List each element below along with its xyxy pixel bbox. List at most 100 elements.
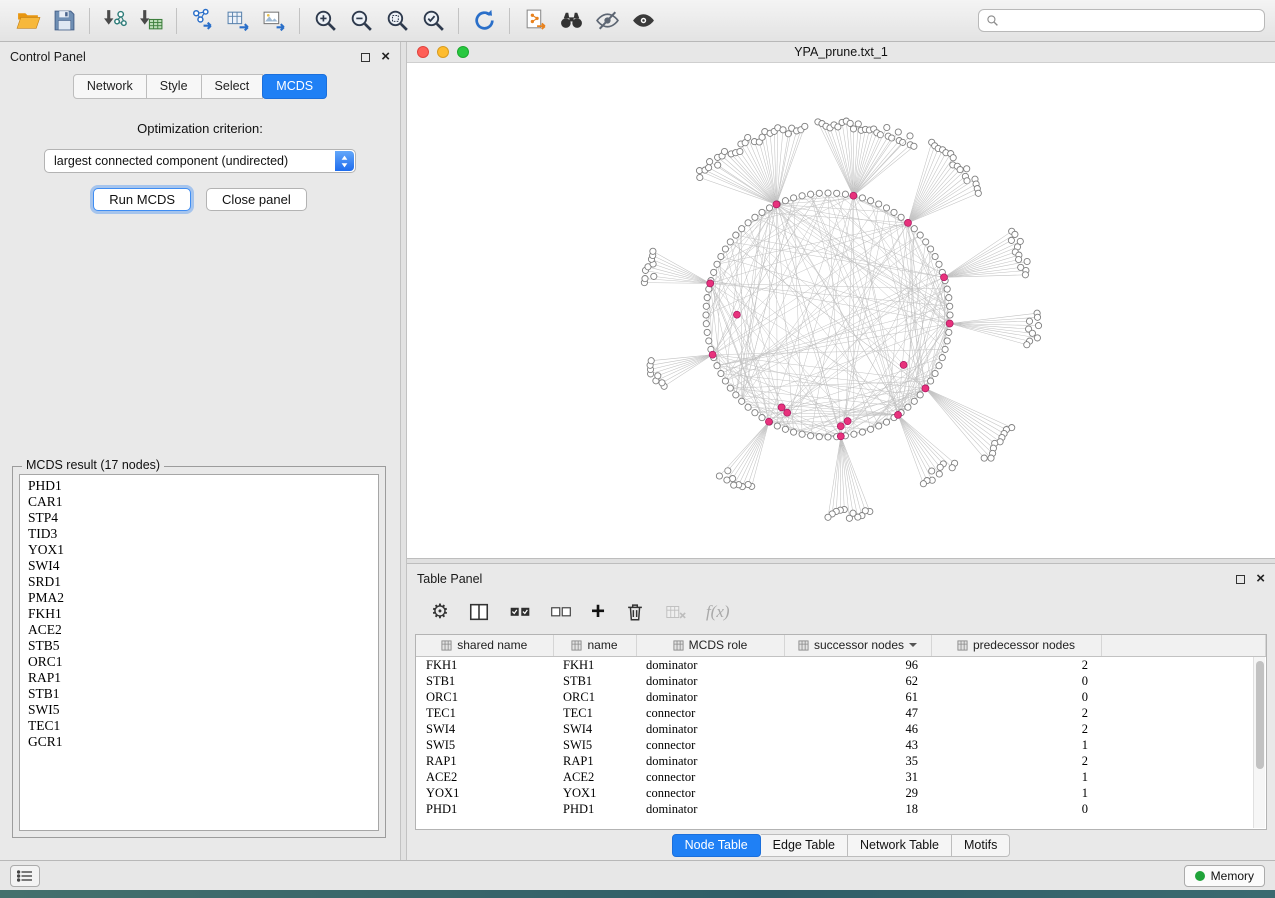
zoom-selected-button[interactable]: [379, 5, 415, 37]
save-session-button[interactable]: [46, 5, 82, 37]
deselect-all-button[interactable]: [550, 601, 572, 623]
table-cell[interactable]: 31: [784, 769, 931, 785]
table-cell[interactable]: YOX1: [416, 785, 553, 801]
table-cell[interactable]: 35: [784, 753, 931, 769]
table-row[interactable]: PHD1PHD1dominator180: [416, 801, 1266, 817]
table-cell[interactable]: 1: [931, 785, 1101, 801]
table-row[interactable]: TEC1TEC1connector472: [416, 705, 1266, 721]
mcds-result-item[interactable]: RAP1: [20, 670, 378, 686]
table-cell[interactable]: 2: [931, 656, 1101, 673]
table-cell[interactable]: RAP1: [416, 753, 553, 769]
hide-details-button[interactable]: [589, 5, 625, 37]
tab-mcds[interactable]: MCDS: [262, 74, 327, 99]
table-cell[interactable]: RAP1: [553, 753, 636, 769]
table-cell[interactable]: dominator: [636, 721, 784, 737]
column-visibility-button[interactable]: [468, 601, 490, 623]
mcds-result-item[interactable]: PMA2: [20, 590, 378, 606]
table-row[interactable]: STB1STB1dominator620: [416, 673, 1266, 689]
export-table-button[interactable]: [220, 5, 256, 37]
mcds-result-item[interactable]: YOX1: [20, 542, 378, 558]
table-cell[interactable]: PHD1: [416, 801, 553, 817]
minimize-window-button[interactable]: [437, 46, 449, 58]
column-header-shared-name[interactable]: shared name: [416, 635, 553, 656]
mcds-result-item[interactable]: GCR1: [20, 734, 378, 750]
table-row[interactable]: ORC1ORC1dominator610: [416, 689, 1266, 705]
delete-column-button[interactable]: [624, 601, 646, 623]
mcds-result-item[interactable]: STB1: [20, 686, 378, 702]
search-input[interactable]: [1004, 14, 1257, 28]
table-cell[interactable]: 96: [784, 656, 931, 673]
search-box[interactable]: [978, 9, 1265, 32]
mcds-result-item[interactable]: SRD1: [20, 574, 378, 590]
tab-node-table[interactable]: Node Table: [672, 834, 761, 857]
tab-style[interactable]: Style: [147, 74, 202, 99]
table-cell[interactable]: 0: [931, 801, 1101, 817]
column-header-predecessor-nodes[interactable]: predecessor nodes: [931, 635, 1101, 656]
collapse-left-icon[interactable]: [400, 450, 406, 456]
table-cell[interactable]: 2: [931, 753, 1101, 769]
table-cell[interactable]: connector: [636, 705, 784, 721]
table-cell[interactable]: SWI4: [416, 721, 553, 737]
table-cell[interactable]: ACE2: [553, 769, 636, 785]
table-cell[interactable]: YOX1: [553, 785, 636, 801]
share-document-button[interactable]: [517, 5, 553, 37]
table-cell[interactable]: STB1: [553, 673, 636, 689]
mcds-result-item[interactable]: STP4: [20, 510, 378, 526]
mcds-result-item[interactable]: TID3: [20, 526, 378, 542]
table-cell[interactable]: 47: [784, 705, 931, 721]
table-cell[interactable]: dominator: [636, 689, 784, 705]
table-cell[interactable]: SWI5: [416, 737, 553, 753]
table-row[interactable]: RAP1RAP1dominator352: [416, 753, 1266, 769]
table-row[interactable]: SWI4SWI4dominator462: [416, 721, 1266, 737]
close-panel-button[interactable]: Close panel: [206, 188, 307, 211]
table-cell[interactable]: 62: [784, 673, 931, 689]
network-canvas-area[interactable]: [407, 63, 1275, 558]
mcds-result-item[interactable]: ACE2: [20, 622, 378, 638]
column-header-name[interactable]: name: [553, 635, 636, 656]
table-cell[interactable]: 61: [784, 689, 931, 705]
table-cell[interactable]: connector: [636, 785, 784, 801]
tab-network-table[interactable]: Network Table: [848, 834, 952, 857]
mcds-result-item[interactable]: SWI5: [20, 702, 378, 718]
memory-button[interactable]: Memory: [1184, 865, 1265, 887]
table-scrollbar[interactable]: [1253, 657, 1265, 828]
table-cell[interactable]: 43: [784, 737, 931, 753]
table-cell[interactable]: dominator: [636, 673, 784, 689]
table-cell[interactable]: FKH1: [416, 656, 553, 673]
zoom-window-button[interactable]: [457, 46, 469, 58]
zoom-out-button[interactable]: [343, 5, 379, 37]
table-settings-button[interactable]: ⚙: [431, 602, 449, 622]
select-all-button[interactable]: [509, 601, 531, 623]
mcds-result-list[interactable]: PHD1CAR1STP4TID3YOX1SWI4SRD1PMA2FKH1ACE2…: [19, 474, 379, 831]
table-cell[interactable]: SWI5: [553, 737, 636, 753]
table-cell[interactable]: FKH1: [553, 656, 636, 673]
mcds-result-item[interactable]: TEC1: [20, 718, 378, 734]
import-network-button[interactable]: [97, 5, 133, 37]
optimization-criterion-select[interactable]: largest connected component (undirected): [44, 149, 356, 173]
table-cell[interactable]: ORC1: [416, 689, 553, 705]
table-cell[interactable]: 2: [931, 705, 1101, 721]
zoom-fit-button[interactable]: [415, 5, 451, 37]
close-panel-icon[interactable]: ×: [381, 52, 390, 62]
function-builder-button[interactable]: f(x): [706, 602, 730, 622]
table-row[interactable]: YOX1YOX1connector291: [416, 785, 1266, 801]
close-window-button[interactable]: [417, 46, 429, 58]
search-network-button[interactable]: [553, 5, 589, 37]
table-cell[interactable]: STB1: [416, 673, 553, 689]
mcds-result-item[interactable]: STB5: [20, 638, 378, 654]
table-cell[interactable]: dominator: [636, 801, 784, 817]
tab-edge-table[interactable]: Edge Table: [761, 834, 848, 857]
mcds-result-item[interactable]: PHD1: [20, 478, 378, 494]
table-cell[interactable]: connector: [636, 737, 784, 753]
table-cell[interactable]: dominator: [636, 753, 784, 769]
scrollbar-thumb[interactable]: [1256, 661, 1264, 769]
zoom-in-button[interactable]: [307, 5, 343, 37]
table-cell[interactable]: ACE2: [416, 769, 553, 785]
table-row[interactable]: ACE2ACE2connector311: [416, 769, 1266, 785]
tab-select[interactable]: Select: [202, 74, 264, 99]
close-table-panel-icon[interactable]: ×: [1256, 574, 1265, 584]
mcds-result-item[interactable]: SWI4: [20, 558, 378, 574]
table-cell[interactable]: TEC1: [553, 705, 636, 721]
table-cell[interactable]: 1: [931, 769, 1101, 785]
column-header-mcds-role[interactable]: MCDS role: [636, 635, 784, 656]
